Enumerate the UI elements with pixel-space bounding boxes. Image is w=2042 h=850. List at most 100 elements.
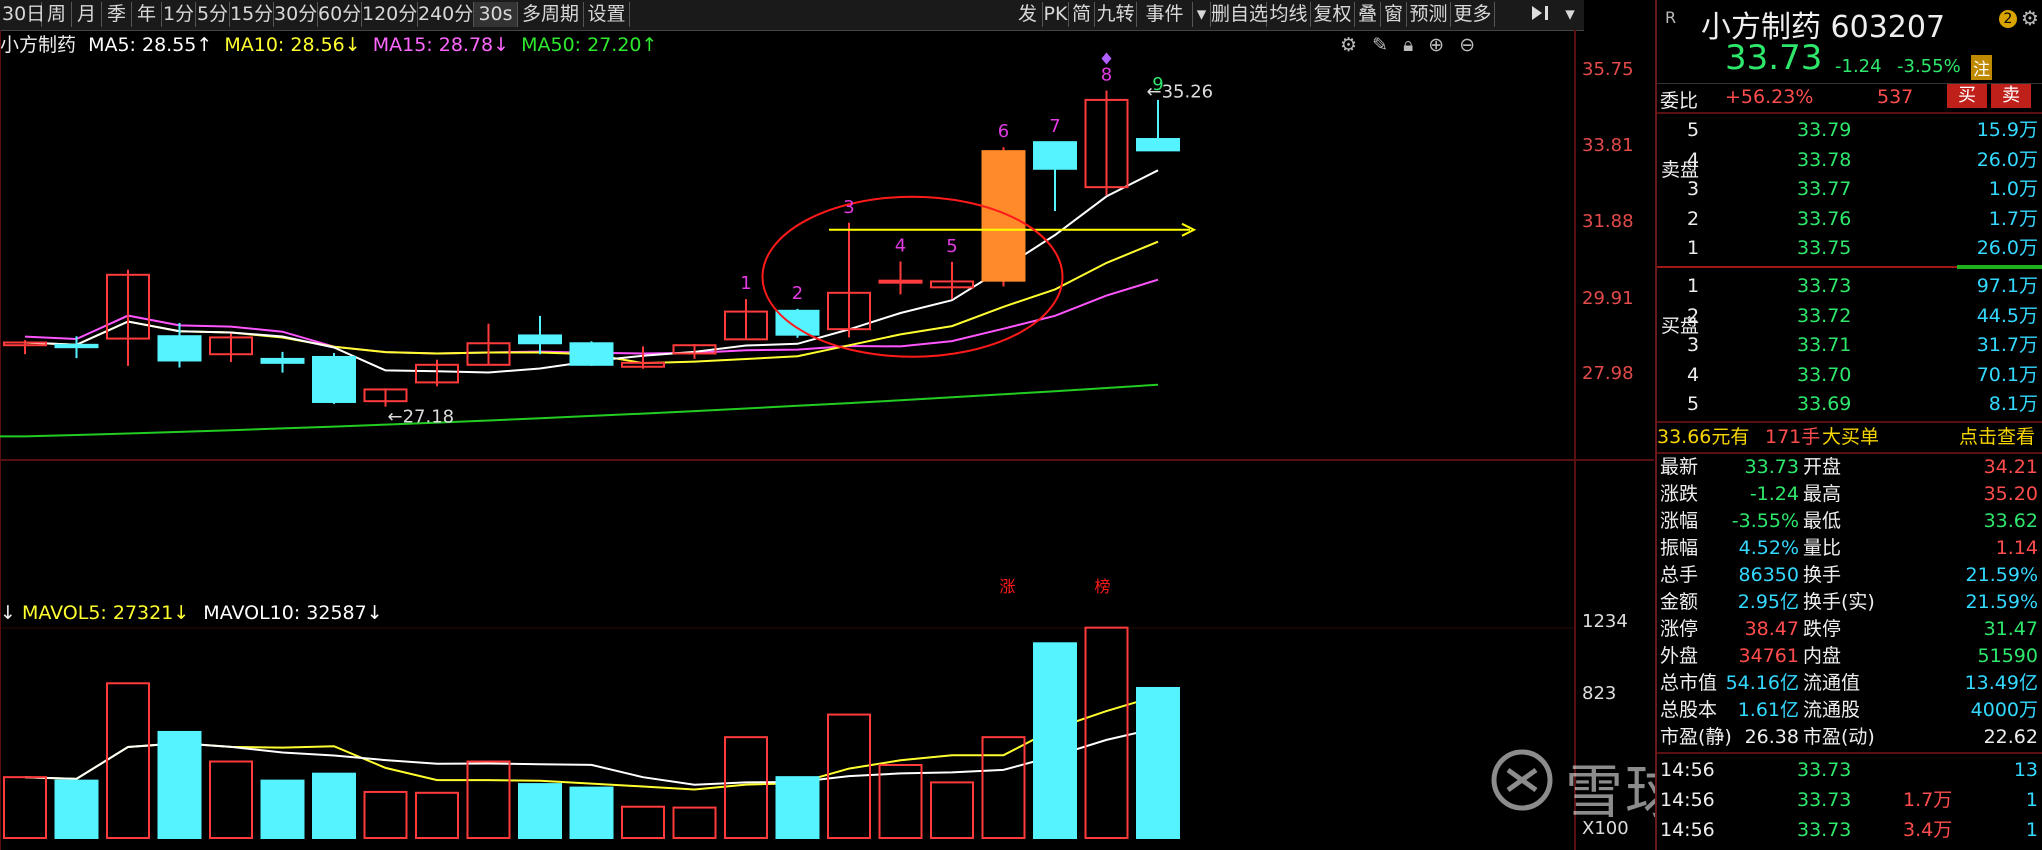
asks-row[interactable]: 4 33.78 26.0万: [1657, 146, 2042, 175]
tick-time: 14:56: [1660, 789, 1715, 811]
stat-value: 1.14: [1995, 537, 2038, 559]
tick-price: 33.73: [1797, 789, 1852, 811]
stat-label: 流通值: [1803, 672, 1861, 694]
quote-panel: R 小方制药 603207 2 ⚙ 33.73 -1.24 -3.55% 注 委…: [1655, 0, 2042, 850]
stat-label: 最新: [1660, 456, 1699, 478]
sequence-label: 2: [792, 283, 803, 304]
asks-row[interactable]: 5 33.79 15.9万: [1657, 116, 2042, 145]
buy-button[interactable]: 买: [1947, 84, 1987, 108]
stat-value: 35.20: [1983, 483, 2038, 505]
settings-icon[interactable]: ⚙: [2021, 6, 2039, 30]
stat-value: 13.49亿: [1964, 672, 2038, 694]
price-tick-label: 35.75: [1582, 59, 1634, 81]
stat-label: 总手: [1660, 564, 1699, 586]
stat-row: 总手 86350 换手 21.59%: [1657, 562, 2042, 589]
tick-count: 1: [2025, 789, 2038, 811]
volume-bar: [157, 730, 202, 840]
volume-bar: [672, 806, 717, 839]
bids-row[interactable]: 3 33.71 31.7万: [1657, 331, 2042, 360]
bids-row[interactable]: 4 33.70 70.1万: [1657, 361, 2042, 390]
tick-volume: 1.7万: [1903, 789, 1953, 811]
bids-row[interactable]: 5 33.69 8.1万: [1657, 390, 2042, 419]
candle-body: [981, 150, 1026, 282]
volume-bar: [569, 786, 614, 839]
level-price: 33.69: [1797, 393, 1852, 415]
level-number: 4: [1687, 363, 1700, 386]
stat-label: 涨跌: [1660, 483, 1699, 505]
stat-label: 跌停: [1803, 618, 1842, 640]
candle-body: [1136, 138, 1180, 152]
stat-label: 流通股: [1803, 699, 1861, 721]
tick-count: 13: [2013, 759, 2038, 781]
volume-bar: [981, 736, 1026, 840]
stat-value: 4.52%: [1738, 537, 1799, 559]
volume-arrow-icon: ↓: [0, 602, 16, 624]
level-price: 33.79: [1797, 119, 1852, 141]
volume-bar: [930, 781, 974, 839]
volume-bar: [518, 783, 562, 839]
alert-icon[interactable]: 2: [1999, 10, 2017, 28]
volume-bar: [724, 736, 768, 840]
last-price: 33.73: [1725, 38, 1823, 78]
volume-bar: [878, 763, 923, 839]
stat-row: 涨跌 -1.24 最高 35.20: [1657, 481, 2042, 508]
level-volume: 26.0万: [1976, 148, 2038, 171]
tick-count: 1: [2025, 819, 2038, 841]
candle-body: [157, 335, 202, 362]
asks-row[interactable]: 1 33.75 26.0万: [1657, 234, 2042, 263]
price-change: -1.24: [1835, 56, 1882, 77]
limit-up-marker: 涨: [999, 577, 1015, 596]
volume-tick-label: 1234: [1582, 611, 1628, 633]
candle-body: [312, 355, 356, 403]
mavol5-label: MAVOL5: 27321↓: [21, 602, 190, 624]
bids-row[interactable]: 1 33.73 97.1万: [1657, 272, 2042, 301]
stat-value: 33.62: [1983, 510, 2038, 532]
sequence-label: 3: [843, 197, 854, 218]
stat-row: 市盈(静) 26.38 市盈(动) 22.62: [1657, 724, 2042, 751]
diamond-icon: [1101, 52, 1112, 65]
stat-label: 涨停: [1660, 618, 1699, 640]
tick-row: 14:56 33.73 3.4万 1: [1657, 816, 2042, 845]
stat-label: 开盘: [1803, 456, 1842, 478]
tick-row: 14:56 33.73 13: [1657, 756, 2042, 785]
level-price: 33.78: [1797, 148, 1852, 171]
level-number: 1: [1687, 275, 1700, 297]
big-order-link[interactable]: 点击查看: [1959, 423, 2035, 452]
level-volume: 1.0万: [1988, 178, 2038, 200]
volume-bar: [260, 779, 305, 840]
level-volume: 1.7万: [1988, 207, 2038, 230]
asks-row[interactable]: 2 33.76 1.7万: [1657, 205, 2042, 234]
volume-bar: [621, 805, 665, 840]
big-order-qty: 171手: [1765, 426, 1821, 448]
level-volume: 26.0万: [1976, 237, 2038, 259]
asks-row[interactable]: 3 33.77 1.0万: [1657, 175, 2042, 204]
note-badge[interactable]: 注: [1971, 55, 1992, 80]
volume-bar: [54, 779, 99, 840]
volume-bar: [775, 776, 820, 840]
level-price: 33.76: [1797, 207, 1852, 230]
level-number: 2: [1687, 304, 1700, 327]
level-number: 3: [1687, 178, 1700, 200]
weicha-value: 537: [1877, 86, 1914, 108]
big-order-row[interactable]: 33.66元有 171手 大买单 点击查看: [1657, 423, 2042, 452]
candle-body: [518, 334, 562, 345]
stat-label: 总股本: [1660, 699, 1718, 721]
stat-label: 市盈(动): [1803, 726, 1875, 748]
bids-row[interactable]: 2 33.72 44.5万: [1657, 302, 2042, 331]
panel-r-badge: R: [1665, 8, 1677, 27]
candle-body: [569, 342, 614, 366]
tick-price: 33.73: [1797, 759, 1852, 781]
volume-bar: [415, 791, 459, 839]
stat-value: 34761: [1738, 645, 1799, 667]
stat-label: 最低: [1803, 510, 1842, 532]
stat-value: 34.21: [1983, 456, 2038, 478]
price-tick-label: 29.91: [1582, 287, 1634, 309]
stat-row: 涨停 38.47 跌停 31.47: [1657, 616, 2042, 643]
price-tick-label: 27.98: [1582, 363, 1634, 385]
level-number: 4: [1687, 148, 1700, 171]
sell-button[interactable]: 卖: [1991, 84, 2031, 108]
stat-value: 2.95亿: [1737, 591, 1799, 613]
stat-row: 总股本 1.61亿 流通股 4000万: [1657, 697, 2042, 724]
sequence-label: 1: [740, 273, 751, 294]
stat-value: 26.38: [1744, 726, 1799, 748]
